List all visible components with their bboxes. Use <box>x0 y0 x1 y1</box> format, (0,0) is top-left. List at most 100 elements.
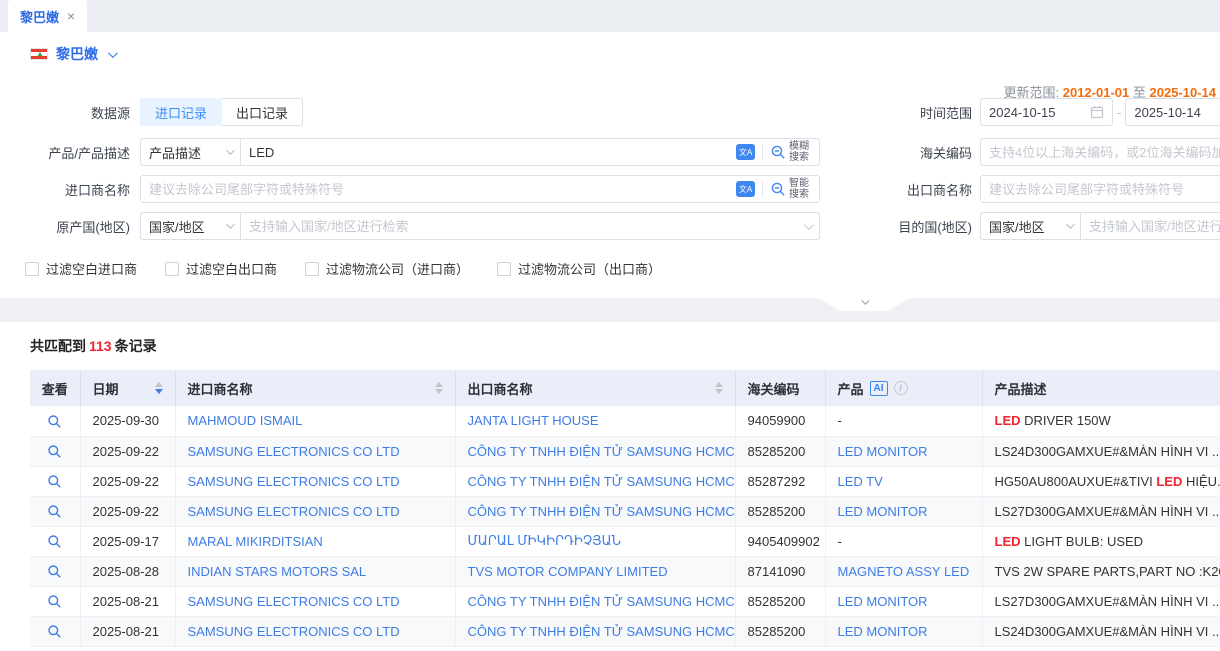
importer-link[interactable]: MAHMOUD ISMAIL <box>188 413 303 428</box>
exporter-link[interactable]: CÔNG TY TNHH ĐIỆN TỬ SAMSUNG HCMC... <box>468 444 736 459</box>
importer-link[interactable]: SAMSUNG ELECTRONICS CO LTD <box>188 474 400 489</box>
exporter-link[interactable]: TVS MOTOR COMPANY LIMITED <box>468 564 668 579</box>
date-cell: 2025-09-22 <box>80 436 175 466</box>
destination-type-select[interactable]: 国家/地区 <box>981 213 1081 239</box>
view-record-button[interactable] <box>47 534 62 549</box>
importer-link[interactable]: SAMSUNG ELECTRONICS CO LTD <box>188 504 400 519</box>
header-product: 产品 AI i <box>825 370 982 406</box>
export-records-button[interactable]: 出口记录 <box>222 98 303 126</box>
importer-link[interactable]: SAMSUNG ELECTRONICS CO LTD <box>188 624 400 639</box>
view-record-button[interactable] <box>47 474 62 489</box>
time-range-label: 时间范围 <box>890 103 972 122</box>
importer-link[interactable]: INDIAN STARS MOTORS SAL <box>188 564 367 579</box>
header-product-desc: 产品描述 <box>982 370 1220 406</box>
checkbox-label: 过滤物流公司（出口商） <box>518 259 661 278</box>
checkbox-filter-logistics-exporter[interactable] <box>497 262 511 276</box>
view-record-button[interactable] <box>47 564 62 579</box>
sort-date[interactable] <box>155 382 163 394</box>
view-record-button[interactable] <box>47 594 62 609</box>
exporter-link[interactable]: JANTA LIGHT HOUSE <box>468 413 599 428</box>
exporter-link[interactable]: CÔNG TY TNHH ĐIỆN TỬ SAMSUNG HCMC... <box>468 624 736 639</box>
date-cell: 2025-08-21 <box>80 586 175 616</box>
hs-code-cell: 85287292 <box>735 466 825 496</box>
table-row: 2025-09-22 SAMSUNG ELECTRONICS CO LTD CÔ… <box>30 466 1220 496</box>
collapse-filter-handle[interactable] <box>818 298 910 311</box>
importer-link[interactable]: MARAL MIKIRDITSIAN <box>188 534 323 549</box>
tab-lebanon[interactable]: 黎巴嫩 × <box>8 0 87 32</box>
origin-country-group: 国家/地区 <box>140 212 820 240</box>
product-desc-cell: HG50AU800AUXUE#&TIVI LED HIỆU... <box>982 466 1220 496</box>
start-date-value: 2024-10-15 <box>989 105 1084 120</box>
destination-country-input[interactable] <box>1081 213 1220 239</box>
filter-checkbox-row: 过滤空白进口商 过滤空白出口商 过滤物流公司（进口商） 过滤物流公司（出口商） <box>25 259 661 278</box>
checkbox-filter-logistics-importer[interactable] <box>305 262 319 276</box>
exporter-input[interactable] <box>980 175 1220 203</box>
table-body: 2025-09-30 MAHMOUD ISMAIL JANTA LIGHT HO… <box>30 406 1220 646</box>
calendar-icon <box>1090 105 1104 119</box>
product-link[interactable]: LED MONITOR <box>838 594 928 609</box>
result-count: 共匹配到113条记录 <box>30 336 157 356</box>
importer-input[interactable] <box>141 176 736 202</box>
chevron-down-icon[interactable] <box>804 220 814 230</box>
tab-strip: 黎巴嫩 × <box>0 0 1220 32</box>
origin-country-label: 原产国(地区) <box>0 217 130 236</box>
import-records-button[interactable]: 进口记录 <box>140 98 222 126</box>
importer-link[interactable]: SAMSUNG ELECTRONICS CO LTD <box>188 444 400 459</box>
start-date-input[interactable]: 2024-10-15 <box>980 98 1113 126</box>
date-cell: 2025-08-28 <box>80 556 175 586</box>
origin-type-select[interactable]: 国家/地区 <box>141 213 241 239</box>
product-input[interactable] <box>241 139 736 165</box>
product-desc-cell: LED LIGHT BULB: USED <box>982 526 1220 556</box>
product-desc-cell: LED DRIVER 150W <box>982 406 1220 436</box>
result-count-number: 113 <box>86 338 115 354</box>
product-cell: LED MONITOR <box>825 586 982 616</box>
product-cell: LED MONITOR <box>825 496 982 526</box>
header-importer[interactable]: 进口商名称 <box>175 370 455 406</box>
sort-importer[interactable] <box>435 382 443 394</box>
checkbox-label: 过滤空白出口商 <box>186 259 277 278</box>
filter-panel: 黎巴嫩 更新范围: 2012-01-01 至 2025-10-14 数据源 进口… <box>0 32 1220 298</box>
product-link[interactable]: MAGNETO ASSY LED <box>838 564 970 579</box>
product-type-select[interactable]: 产品描述 <box>141 139 241 165</box>
product-desc-cell: LS27D300GAMXUE#&MÀN HÌNH VI ... <box>982 586 1220 616</box>
exporter-link[interactable]: CÔNG TY TNHH ĐIỆN TỬ SAMSUNG HCMC... <box>468 474 736 489</box>
table-row: 2025-08-28 INDIAN STARS MOTORS SAL TVS M… <box>30 556 1220 586</box>
smart-search-button[interactable]: 智能搜索 <box>770 178 819 201</box>
checkbox-filter-blank-exporter[interactable] <box>165 262 179 276</box>
view-record-button[interactable] <box>47 444 62 459</box>
fuzzy-search-button[interactable]: 模糊搜索 <box>770 141 819 164</box>
product-link[interactable]: LED MONITOR <box>838 624 928 639</box>
product-label: 产品/产品描述 <box>0 143 130 162</box>
origin-country-input[interactable] <box>241 213 804 239</box>
header-date[interactable]: 日期 <box>80 370 175 406</box>
product-desc-cell: TVS 2W SPARE PARTS,PART NO :K20... <box>982 556 1220 586</box>
header-exporter[interactable]: 出口商名称 <box>455 370 735 406</box>
exporter-link[interactable]: ՄԱՐԱԼ ՄԻԿԻՐԴԻՉՅԱՆ <box>468 533 622 548</box>
view-record-button[interactable] <box>47 624 62 639</box>
product-link[interactable]: LED MONITOR <box>838 504 928 519</box>
view-record-button[interactable] <box>47 414 62 429</box>
sort-exporter[interactable] <box>715 382 723 394</box>
importer-input-group: 文A 智能搜索 <box>140 175 820 203</box>
table-row: 2025-09-22 SAMSUNG ELECTRONICS CO LTD CÔ… <box>30 436 1220 466</box>
date-cell: 2025-08-21 <box>80 616 175 646</box>
checkbox-filter-blank-importer[interactable] <box>25 262 39 276</box>
importer-link[interactable]: SAMSUNG ELECTRONICS CO LTD <box>188 594 400 609</box>
country-selector[interactable]: 黎巴嫩 <box>30 44 115 64</box>
close-icon[interactable]: × <box>67 9 75 23</box>
hs-code-input[interactable] <box>980 138 1220 166</box>
translate-icon[interactable]: 文A <box>736 144 755 160</box>
view-record-button[interactable] <box>47 504 62 519</box>
product-link[interactable]: LED MONITOR <box>838 444 928 459</box>
exporter-link[interactable]: CÔNG TY TNHH ĐIỆN TỬ SAMSUNG HCMC... <box>468 594 736 609</box>
info-icon[interactable]: i <box>894 381 908 395</box>
ai-badge: AI <box>870 381 888 396</box>
header-hs-code: 海关编码 <box>735 370 825 406</box>
end-date-input[interactable]: 2025-10-14 <box>1125 98 1220 126</box>
product-link[interactable]: LED TV <box>838 474 883 489</box>
translate-icon[interactable]: 文A <box>736 181 755 197</box>
exporter-label: 出口商名称 <box>890 180 972 199</box>
exporter-link[interactable]: CÔNG TY TNHH ĐIỆN TỬ SAMSUNG HCMC... <box>468 504 736 519</box>
table-header-row: 查看 日期 进口商名称 出口商名称 海关编码 产品 AI <box>30 370 1220 406</box>
date-cell: 2025-09-22 <box>80 496 175 526</box>
